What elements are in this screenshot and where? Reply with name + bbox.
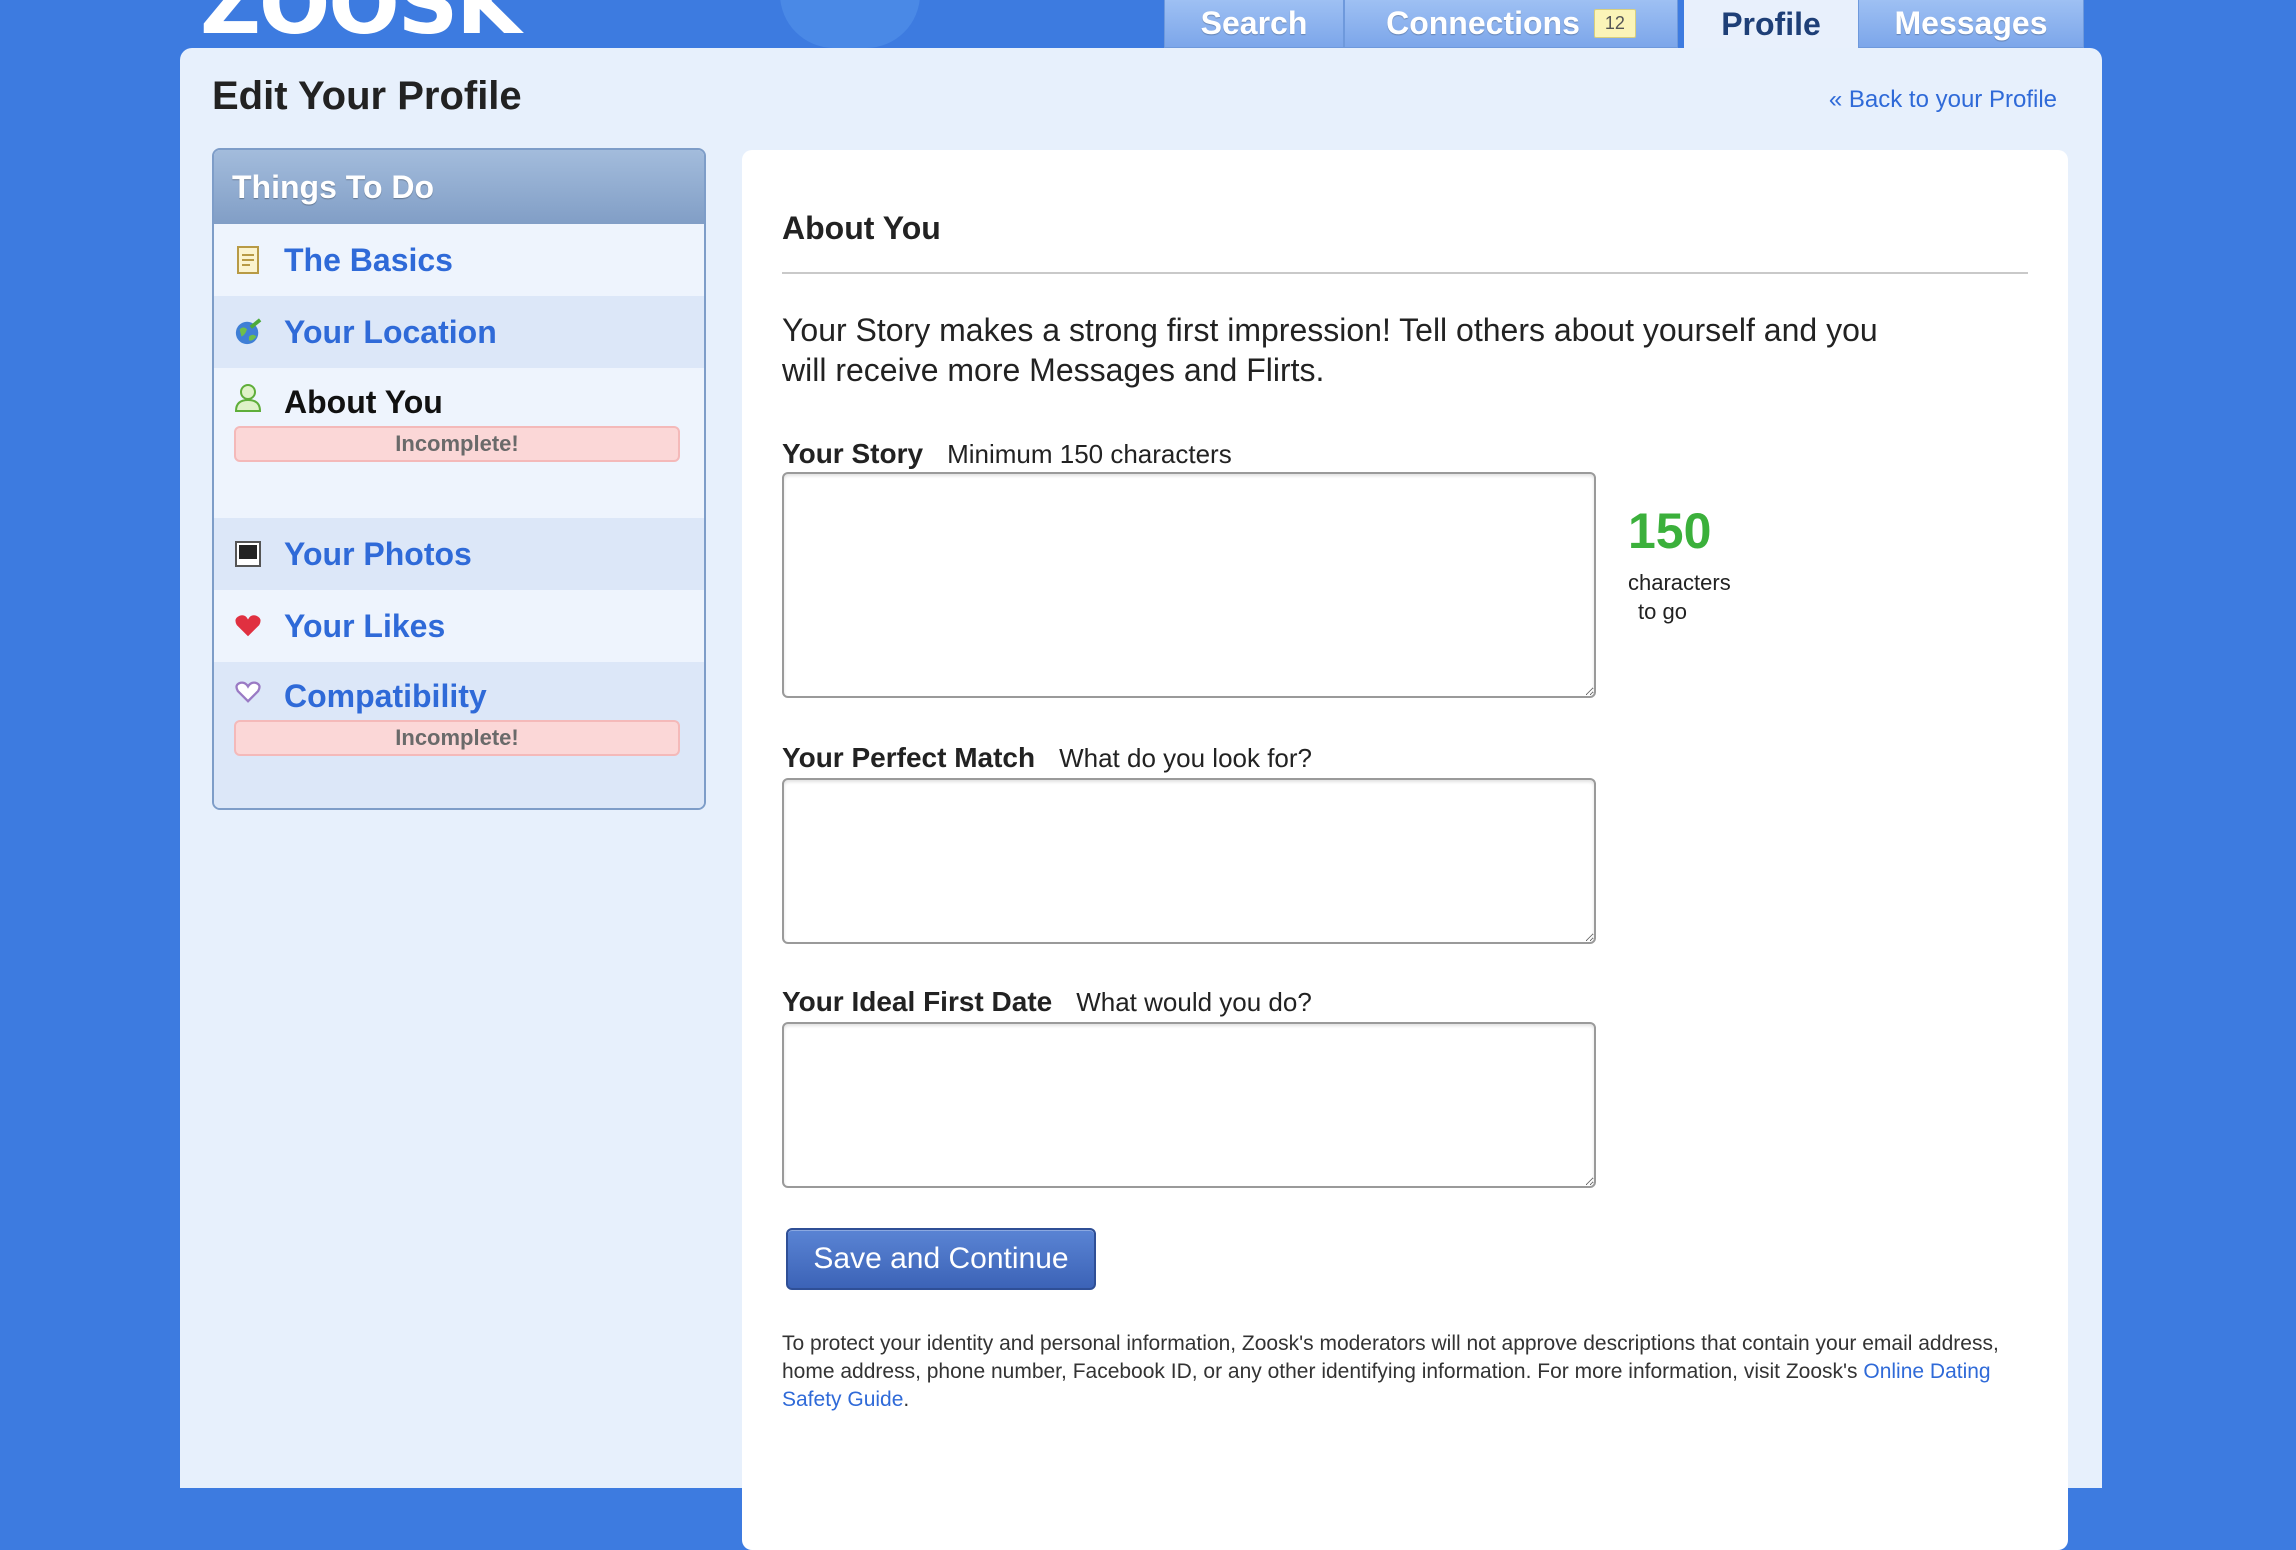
status-badge: Incomplete! [234, 426, 680, 462]
tab-connections[interactable]: Connections 12 [1344, 0, 1678, 48]
sidebar-item-your-photos[interactable]: Your Photos [214, 518, 704, 590]
things-to-do-sidebar: Things To Do The Basics Your Location Ab… [212, 148, 706, 810]
tab-search-label: Search [1200, 5, 1308, 41]
field-label-title: Your Perfect Match [782, 742, 1036, 773]
sidebar-item-the-basics[interactable]: The Basics [214, 224, 704, 296]
main-panel: Edit Your Profile « Back to your Profile… [180, 48, 2102, 1550]
sidebar-item-label: About You [284, 384, 443, 420]
privacy-notice: To protect your identity and personal in… [782, 1330, 2032, 1414]
heart-outline-icon [234, 678, 262, 706]
tab-connections-label: Connections [1386, 5, 1580, 41]
zoosk-logo[interactable]: ZOOSK [200, 0, 521, 46]
section-title: About You [782, 210, 941, 246]
perfect-match-label: Your Perfect Match What do you look for? [782, 742, 1312, 774]
about-you-form-card: About You Your Story makes a strong firs… [742, 150, 2068, 1550]
sidebar-item-label: The Basics [284, 241, 453, 278]
sidebar-item-compatibility[interactable]: Compatibility Incomplete! [214, 662, 704, 808]
connections-count-badge: 12 [1593, 9, 1636, 38]
your-story-label: Your Story Minimum 150 characters [782, 438, 1232, 470]
main-nav-tabs: Search Connections 12 Profile Messages [1164, 0, 2084, 50]
your-story-textarea[interactable] [782, 472, 1596, 698]
tab-profile-label: Profile [1721, 6, 1821, 42]
globe-icon [234, 318, 262, 346]
counter-line-2: to go [1638, 599, 1687, 624]
sidebar-item-label: Your Likes [284, 607, 446, 644]
tab-messages-label: Messages [1894, 5, 2048, 41]
page-title: Edit Your Profile [212, 74, 522, 118]
field-label-hint: Minimum 150 characters [947, 439, 1232, 469]
ideal-first-date-label: Your Ideal First Date What would you do? [782, 986, 1312, 1018]
status-badge: Incomplete! [234, 720, 680, 756]
tab-messages[interactable]: Messages [1858, 0, 2084, 48]
photo-icon [234, 540, 262, 568]
characters-remaining-count: 150 [1628, 503, 1712, 559]
sidebar-item-label: Your Location [284, 313, 497, 350]
sidebar-item-your-likes[interactable]: Your Likes [214, 590, 704, 662]
section-divider [782, 272, 2028, 274]
characters-remaining-label: characters to go [1628, 568, 1731, 626]
field-label-title: Your Ideal First Date [782, 986, 1053, 1017]
sidebar-item-label: Your Photos [284, 535, 472, 572]
field-label-hint: What do you look for? [1059, 743, 1313, 773]
field-label-hint: What would you do? [1076, 987, 1312, 1017]
sidebar-item-about-you[interactable]: About You Incomplete! [214, 368, 704, 518]
field-label-title: Your Story [782, 438, 924, 469]
privacy-notice-end: . [903, 1388, 910, 1411]
heart-icon [234, 612, 262, 640]
ideal-first-date-textarea[interactable] [782, 1022, 1596, 1188]
tab-search[interactable]: Search [1164, 0, 1344, 48]
logo-decoration [780, 0, 920, 48]
tab-profile[interactable]: Profile [1684, 0, 1858, 50]
counter-line-1: characters [1628, 570, 1731, 595]
sidebar-item-your-location[interactable]: Your Location [214, 296, 704, 368]
save-and-continue-button[interactable]: Save and Continue [786, 1228, 1096, 1290]
sidebar-item-label: Compatibility [284, 678, 487, 714]
back-to-profile-link[interactable]: « Back to your Profile [1829, 86, 2057, 114]
perfect-match-textarea[interactable] [782, 778, 1596, 944]
sidebar-heading: Things To Do [214, 150, 704, 224]
intro-text: Your Story makes a strong first impressi… [782, 312, 1878, 388]
person-icon [234, 384, 262, 412]
privacy-notice-text: To protect your identity and personal in… [782, 1332, 1999, 1383]
document-icon [234, 246, 262, 274]
